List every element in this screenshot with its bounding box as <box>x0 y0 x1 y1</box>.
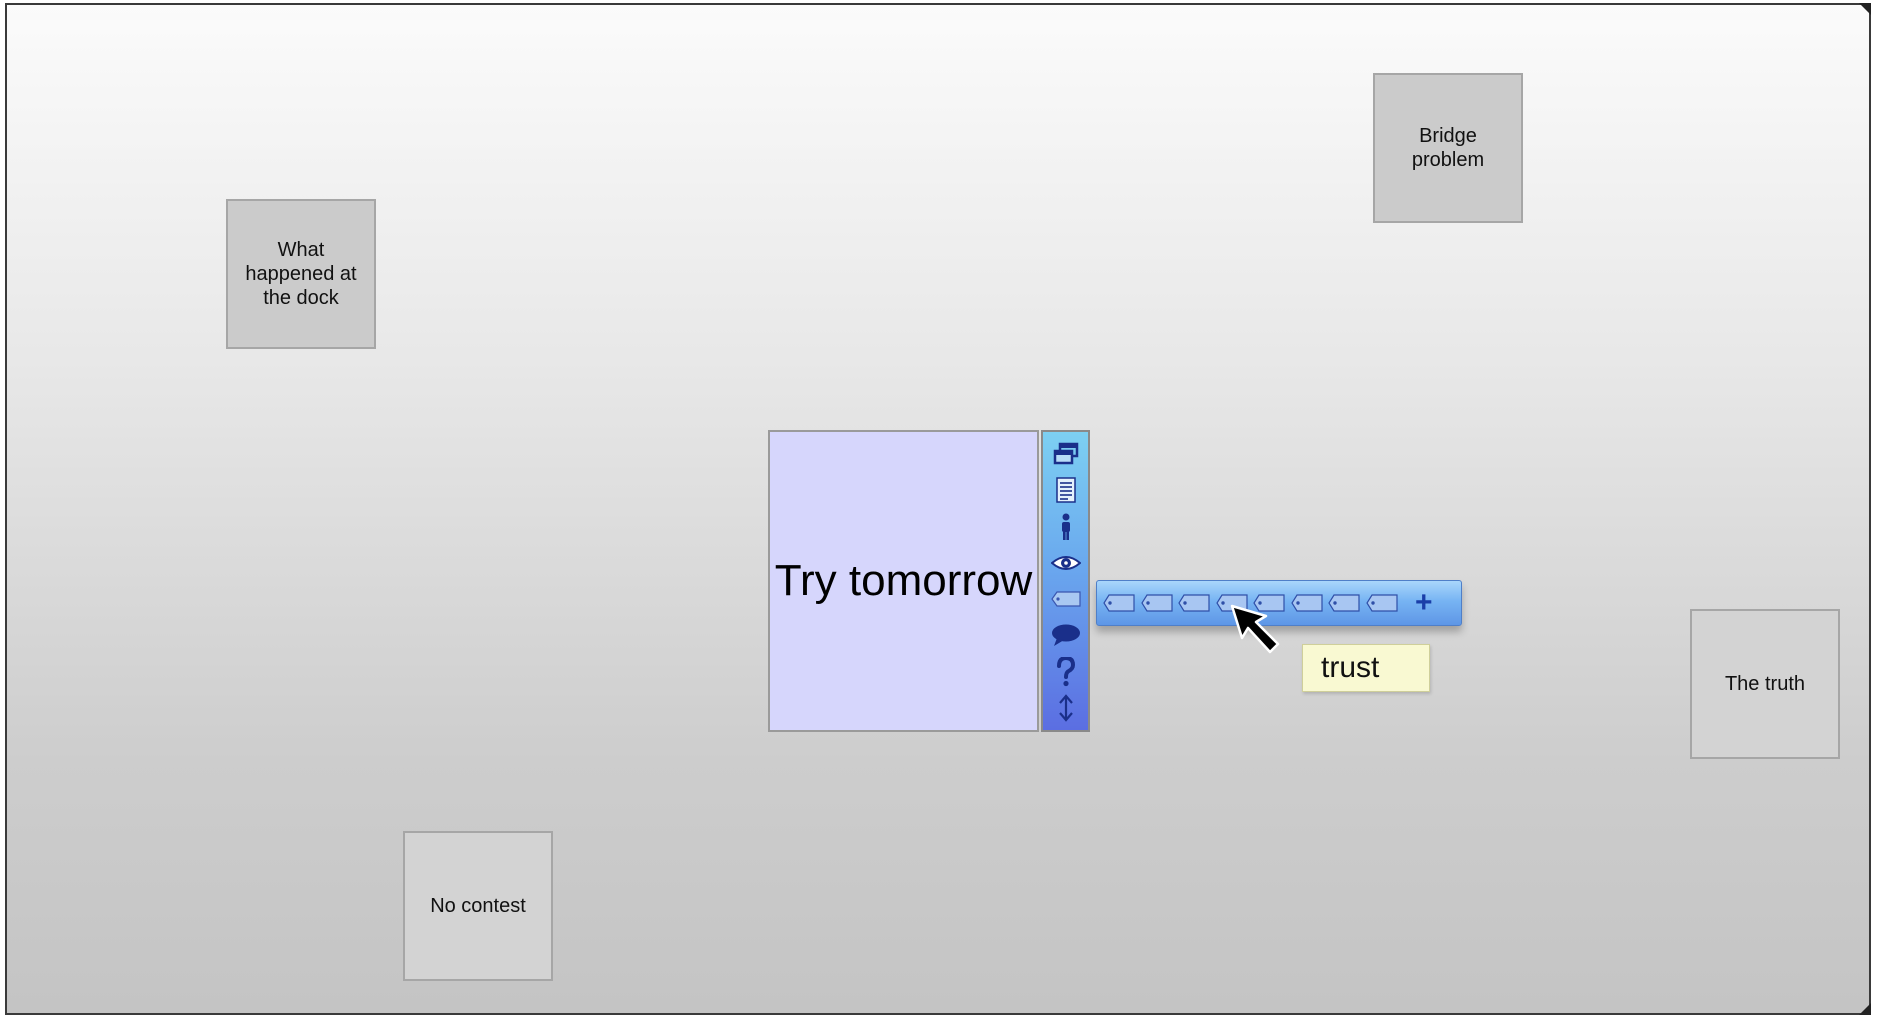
note-toolbar <box>1041 430 1090 732</box>
eye-icon[interactable] <box>1049 548 1083 578</box>
note-text: Bridge problem <box>1411 125 1485 171</box>
question-icon[interactable] <box>1049 656 1083 687</box>
note-what-happened-at-the-dock[interactable]: What happened at the dock <box>226 199 376 349</box>
note-text: The truth <box>1724 673 1806 695</box>
person-icon[interactable] <box>1049 512 1083 542</box>
mouse-cursor-icon <box>1230 604 1280 654</box>
tag-icon[interactable] <box>1049 584 1083 614</box>
note-text: What happened at the dock <box>245 239 357 309</box>
selected-note-try-tomorrow[interactable]: Try tomorrow <box>768 430 1039 732</box>
tag-slot[interactable] <box>1364 591 1400 615</box>
speech-bubble-icon[interactable] <box>1049 620 1083 650</box>
tag-slot[interactable] <box>1289 591 1325 615</box>
tag-slot[interactable] <box>1101 591 1137 615</box>
note-the-truth[interactable]: The truth <box>1690 609 1840 759</box>
tag-slot[interactable] <box>1139 591 1175 615</box>
note-text: No contest <box>430 895 526 917</box>
corner-marker <box>1859 3 1871 15</box>
tag-slot[interactable] <box>1326 591 1362 615</box>
add-tag-button[interactable]: + <box>1415 588 1433 618</box>
tag-slot[interactable] <box>1176 591 1212 615</box>
window-icon[interactable] <box>1049 439 1083 469</box>
note-no-contest[interactable]: No contest <box>403 831 553 981</box>
corner-marker <box>1859 1003 1871 1015</box>
tag-tooltip: trust <box>1302 644 1430 692</box>
resize-vertical-icon[interactable] <box>1049 693 1083 723</box>
note-text: Try tomorrow <box>774 556 1033 605</box>
document-icon[interactable] <box>1049 475 1083 505</box>
note-bridge-problem[interactable]: Bridge problem <box>1373 73 1523 223</box>
tooltip-text: trust <box>1321 651 1380 684</box>
